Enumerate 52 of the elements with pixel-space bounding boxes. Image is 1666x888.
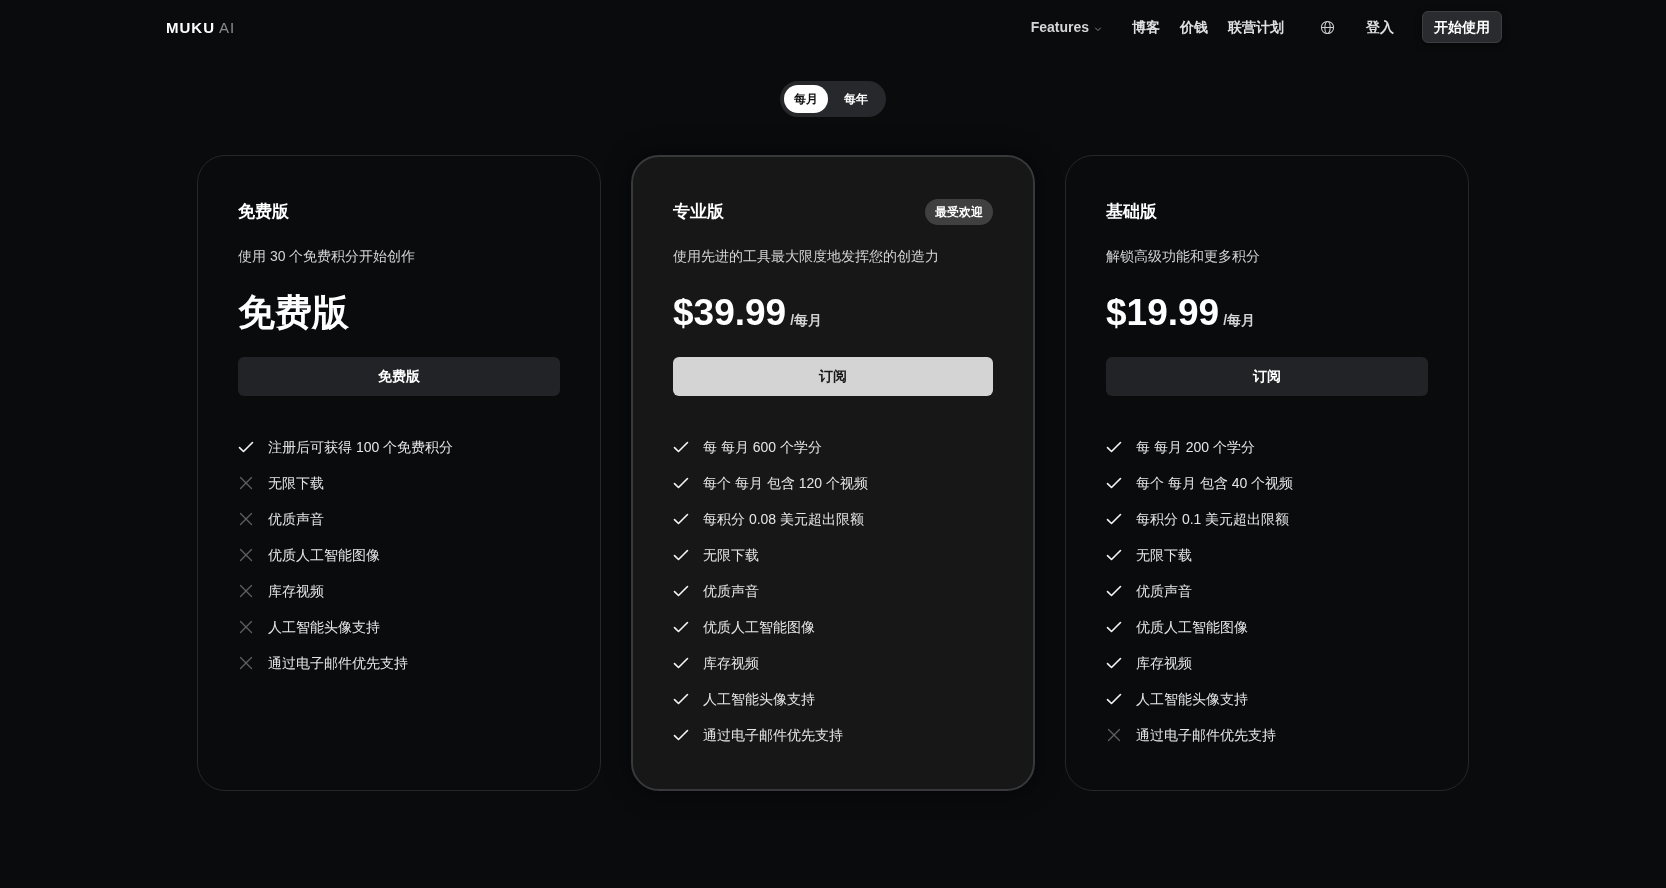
- get-started-button[interactable]: 开始使用: [1422, 11, 1502, 43]
- nav-link[interactable]: 博客: [1132, 16, 1160, 38]
- feature-text: 优质人工智能图像: [268, 545, 380, 565]
- feature-text: 每个 每月 包含 40 个视频: [1136, 473, 1294, 493]
- plan-title: 基础版: [1106, 201, 1157, 224]
- features-menu[interactable]: Features: [1030, 16, 1102, 38]
- feature-text: 无限下载: [703, 545, 759, 565]
- nav-link[interactable]: 联营计划: [1228, 16, 1284, 38]
- plan-description: 解锁高级功能和更多积分: [1106, 247, 1261, 266]
- feature-text: 优质声音: [268, 509, 324, 529]
- feature-text: 库存视频: [268, 581, 324, 601]
- plan-price: $39.99: [673, 291, 787, 335]
- feature-text: 无限下载: [1136, 545, 1192, 565]
- plan-title: 免费版: [238, 201, 289, 224]
- feature-text: 无限下载: [268, 473, 324, 493]
- popular-badge: 最受欢迎: [925, 199, 993, 225]
- feature-text: 注册后可获得 100 个免费积分: [268, 437, 454, 457]
- chevron-down-icon: [1094, 24, 1102, 33]
- feature-text: 通过电子邮件优先支持: [1136, 725, 1276, 745]
- feature-text: 每积分 0.1 美元超出限额: [1136, 509, 1290, 529]
- feature-text: 每 每月 600 个学分: [703, 437, 823, 457]
- feature-text: 人工智能头像支持: [268, 617, 380, 637]
- plan-price: 免费版: [238, 291, 349, 335]
- feature-text: 每个 每月 包含 120 个视频: [703, 473, 868, 493]
- globe-icon[interactable]: [1320, 19, 1335, 35]
- plan-description: 使用先进的工具最大限度地发挥您的创造力: [673, 247, 940, 266]
- feature-text: 库存视频: [703, 653, 759, 673]
- logo-suffix: AI: [219, 19, 236, 35]
- login-link[interactable]: 登入: [1366, 16, 1394, 38]
- feature-text: 人工智能头像支持: [703, 689, 815, 709]
- feature-text: 优质声音: [703, 581, 759, 601]
- feature-text: 通过电子邮件优先支持: [703, 725, 843, 745]
- plan-description: 使用 30 个免费积分开始创作: [238, 247, 417, 266]
- subscribe-button[interactable]: 订阅: [1106, 357, 1428, 396]
- feature-text: 优质人工智能图像: [1136, 617, 1248, 637]
- nav-link[interactable]: 价钱: [1180, 16, 1208, 38]
- feature-text: 优质声音: [1136, 581, 1192, 601]
- plan-price: $19.99: [1106, 291, 1220, 335]
- feature-text: 库存视频: [1136, 653, 1192, 673]
- price-period: /每月: [790, 311, 823, 330]
- subscribe-button[interactable]: 订阅: [673, 357, 993, 396]
- subscribe-button[interactable]: 免费版: [238, 357, 560, 396]
- feature-text: 通过电子邮件优先支持: [268, 653, 408, 673]
- feature-text: 人工智能头像支持: [1136, 689, 1248, 709]
- billing-tab[interactable]: 每月: [784, 85, 828, 113]
- logo-wordmark: MUKU: [166, 19, 215, 35]
- feature-text: 每 每月 200 个学分: [1136, 437, 1256, 457]
- billing-tab[interactable]: 每年: [836, 85, 876, 113]
- price-period: /每月: [1223, 311, 1256, 330]
- feature-text: 优质人工智能图像: [703, 617, 815, 637]
- plan-title: 专业版: [673, 201, 724, 224]
- feature-text: 每积分 0.08 美元超出限额: [703, 509, 865, 529]
